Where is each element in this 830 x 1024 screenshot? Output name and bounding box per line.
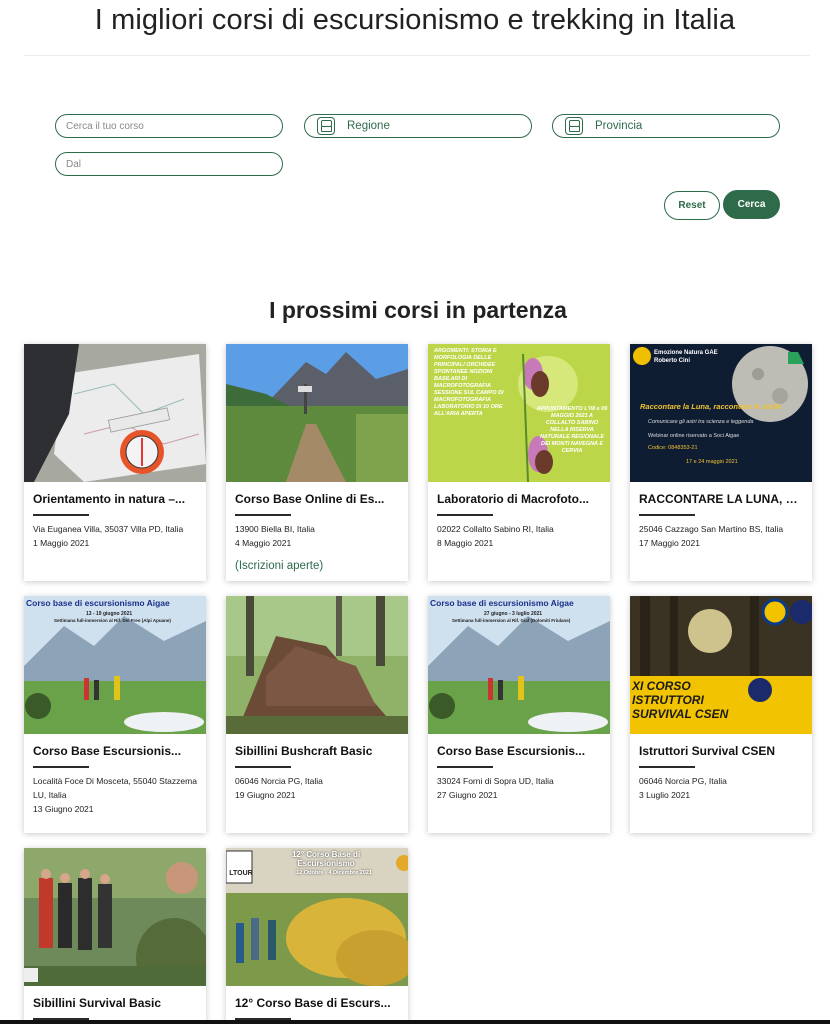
- card-divider: [33, 766, 89, 768]
- autumn-poster-dates: 12 Ottobre - 4 Dicembre 2021: [296, 870, 372, 876]
- card-image-autumn-hike: LTOUR 12° Corso Base di Escursionismo 12…: [226, 848, 408, 986]
- bottom-edge-bar: [0, 1020, 830, 1024]
- course-card[interactable]: XI CORSO ISTRUTTORI SURVIVAL CSEN Istrut…: [630, 596, 812, 833]
- card-image-forest-shelter: [226, 596, 408, 734]
- section-title: I prossimi corsi in partenza: [269, 297, 567, 323]
- card-date: 19 Giugno 2021: [235, 790, 296, 800]
- card-title[interactable]: 12° Corso Base di Escurs...: [235, 996, 399, 1010]
- page-title: I migliori corsi di escursionismo e trek…: [94, 4, 736, 36]
- survival-poster-line3: SURVIVAL CSEN: [632, 707, 729, 721]
- hikers-poster-place: Settimana full-immersion al Rif. Giaf (D…: [452, 618, 571, 623]
- date-from-placeholder: Dal: [66, 158, 82, 170]
- hikers-poster-dates: 13 - 19 giugno 2021: [86, 611, 133, 617]
- moon-flyer-webinar: Webinar online riservato a Soci Aigae: [648, 433, 740, 439]
- card-title[interactable]: Istruttori Survival CSEN: [639, 744, 803, 758]
- survival-poster-line1: XI CORSO: [632, 679, 691, 693]
- region-select-label: Regione: [347, 120, 390, 132]
- hikers-poster-dates: 27 giugno - 3 luglio 2021: [484, 611, 543, 617]
- course-card[interactable]: Corso Base Online di Es... 13900 Biella …: [226, 344, 408, 581]
- course-search-placeholder: Cerca il tuo corso: [66, 120, 144, 132]
- card-image-compass-map: [24, 344, 206, 482]
- card-address: 13900 Biella BI, Italia: [235, 524, 315, 534]
- card-address: 06046 Norcia PG, Italia: [639, 776, 727, 786]
- card-divider: [33, 514, 89, 516]
- reset-button[interactable]: Reset: [664, 191, 720, 220]
- moon-flyer-dates: 17 e 24 maggio 2021: [686, 459, 738, 465]
- province-select[interactable]: Provincia: [552, 114, 780, 138]
- backpack-icon: [317, 117, 335, 135]
- card-address: 33024 Forni di Sopra UD, Italia: [437, 776, 554, 786]
- card-divider: [639, 766, 695, 768]
- card-title[interactable]: Corso Base Escursionis...: [437, 744, 601, 758]
- card-date: 4 Maggio 2021: [235, 538, 292, 548]
- moon-flyer-org: Emozione Natura GAE Roberto Cini: [654, 350, 718, 364]
- card-status: (Iscrizioni aperte): [235, 560, 324, 572]
- course-card[interactable]: Corso base di escursionismo Aigae 13 - 1…: [24, 596, 206, 833]
- card-image-orchid-flyer: ARGOMENTI: STORIA E MORFOLOGIA DELLE PRI…: [428, 344, 610, 482]
- moon-flyer-headline: Raccontare la Luna, raccontare le stelle: [640, 402, 782, 411]
- course-card[interactable]: Corso base di escursionismo Aigae 27 giu…: [428, 596, 610, 833]
- card-date: 13 Giugno 2021: [33, 804, 94, 814]
- course-card[interactable]: Emozione Natura GAE Roberto Cini Raccont…: [630, 344, 812, 581]
- card-divider: [235, 514, 291, 516]
- moon-flyer-subtitle: Comunicare gli astri tra scienza e legge…: [648, 419, 754, 425]
- province-select-label: Provincia: [595, 120, 643, 132]
- card-address: 25046 Cazzago San Martino BS, Italia: [639, 524, 784, 534]
- card-divider: [235, 766, 291, 768]
- survival-poster-line2: ISTRUTTORI: [632, 693, 704, 707]
- card-address: Località Foce Di Mosceta, 55040 Stazzema…: [33, 776, 197, 800]
- hikers-poster-place: Settimana full-immersion al Rif. Del Fre…: [54, 618, 171, 623]
- course-card[interactable]: ARGOMENTI: STORIA E MORFOLOGIA DELLE PRI…: [428, 344, 610, 581]
- card-image-group-photo: [24, 848, 206, 986]
- card-address: Via Euganea Villa, 35037 Villa PD, Itali…: [33, 524, 184, 534]
- search-button[interactable]: Cerca: [723, 190, 780, 219]
- moon-flyer-code: Codice: 0848353-21: [648, 445, 698, 451]
- card-date: 1 Maggio 2021: [33, 538, 90, 548]
- date-from-input[interactable]: Dal: [55, 152, 283, 176]
- card-image-hikers-poster: Corso base di escursionismo Aigae 27 giu…: [428, 596, 610, 734]
- hikers-poster-title: Corso base di escursionismo Aigae: [430, 598, 574, 608]
- card-divider: [437, 766, 493, 768]
- card-image-moon-flyer: Emozione Natura GAE Roberto Cini Raccont…: [630, 344, 812, 482]
- course-search-input[interactable]: Cerca il tuo corso: [55, 114, 283, 138]
- course-card[interactable]: LTOUR 12° Corso Base di Escursionismo 12…: [226, 848, 408, 1024]
- card-divider: [639, 514, 695, 516]
- card-title[interactable]: RACCONTARE LA LUNA, R...: [639, 492, 803, 506]
- card-divider: [437, 514, 493, 516]
- card-image-mountain-trail: [226, 344, 408, 482]
- card-date: 27 Giugno 2021: [437, 790, 498, 800]
- card-title[interactable]: Sibillini Bushcraft Basic: [235, 744, 399, 758]
- card-date: 3 Luglio 2021: [639, 790, 691, 800]
- hikers-poster-title: Corso base di escursionismo Aigae: [26, 598, 170, 608]
- title-divider: [24, 55, 810, 56]
- card-image-hikers-poster: Corso base di escursionismo Aigae 13 - 1…: [24, 596, 206, 734]
- card-address: 02022 Collalto Sabino RI, Italia: [437, 524, 554, 534]
- card-title[interactable]: Sibillini Survival Basic: [33, 996, 197, 1010]
- card-title[interactable]: Laboratorio di Macrofoto...: [437, 492, 601, 506]
- region-select[interactable]: Regione: [304, 114, 532, 138]
- autumn-poster-title: 12° Corso Base di Escursionismo: [291, 850, 361, 868]
- orchid-flyer-text: ARGOMENTI: STORIA E MORFOLOGIA DELLE PRI…: [434, 348, 504, 417]
- course-card[interactable]: Sibillini Survival Basic: [24, 848, 206, 1024]
- course-card[interactable]: Sibillini Bushcraft Basic 06046 Norcia P…: [226, 596, 408, 833]
- card-date: 17 Maggio 2021: [639, 538, 700, 548]
- orchid-flyer-date: APPUNTAMENTO L'08 e 09 MAGGIO 2021 A COL…: [536, 406, 608, 454]
- course-card[interactable]: Orientamento in natura –... Via Euganea …: [24, 344, 206, 581]
- card-date: 8 Maggio 2021: [437, 538, 494, 548]
- autumn-poster-badge: LTOUR: [229, 870, 253, 877]
- card-title[interactable]: Corso Base Online di Es...: [235, 492, 399, 506]
- backpack-icon: [565, 117, 583, 135]
- card-title[interactable]: Orientamento in natura –...: [33, 492, 197, 506]
- card-image-survival-poster: XI CORSO ISTRUTTORI SURVIVAL CSEN: [630, 596, 812, 734]
- card-title[interactable]: Corso Base Escursionis...: [33, 744, 197, 758]
- card-address: 06046 Norcia PG, Italia: [235, 776, 323, 786]
